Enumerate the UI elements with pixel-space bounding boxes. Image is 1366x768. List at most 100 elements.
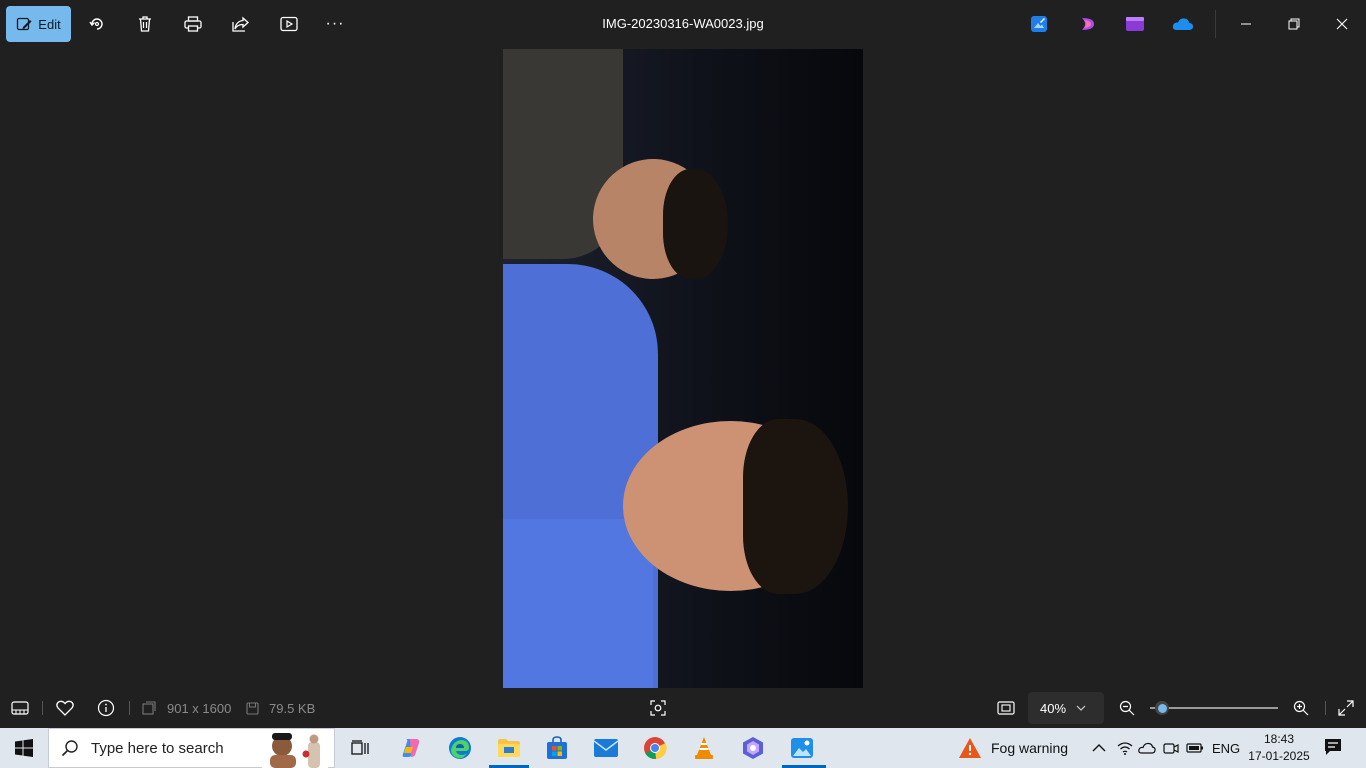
zoom-slider-thumb[interactable] bbox=[1155, 701, 1169, 715]
status-divider bbox=[42, 701, 43, 715]
copilot-button[interactable] bbox=[391, 732, 431, 764]
onedrive-cloud-icon bbox=[1172, 18, 1193, 30]
favorite-button[interactable] bbox=[53, 696, 77, 720]
video-editor-app-button[interactable] bbox=[1123, 12, 1147, 36]
windows-taskbar: Type here to search Fog warning ENG 18:4… bbox=[0, 728, 1366, 768]
heart-icon bbox=[56, 700, 74, 716]
photo-editor-app-button[interactable] bbox=[1027, 12, 1051, 36]
chevron-up-icon bbox=[1092, 744, 1106, 752]
edit-image-icon bbox=[17, 17, 32, 31]
wifi-icon bbox=[1117, 742, 1133, 755]
status-divider bbox=[1325, 701, 1326, 715]
microsoft-store-button[interactable] bbox=[537, 732, 577, 764]
chevron-down-icon bbox=[1076, 705, 1086, 711]
fit-to-window-button[interactable] bbox=[994, 696, 1018, 720]
photo-hair-main bbox=[743, 419, 848, 594]
file-name-title: IMG-20230316-WA0023.jpg bbox=[602, 16, 764, 31]
search-highlight-icon bbox=[262, 730, 328, 768]
zoom-level-dropdown[interactable]: 40% bbox=[1028, 692, 1104, 724]
notification-icon bbox=[1325, 739, 1341, 755]
zoom-out-button[interactable] bbox=[1115, 696, 1139, 720]
video-editor-icon bbox=[1126, 17, 1144, 31]
zoom-out-icon bbox=[1119, 700, 1135, 716]
start-button[interactable] bbox=[0, 728, 48, 768]
battery-button[interactable] bbox=[1186, 740, 1204, 756]
slideshow-button[interactable] bbox=[273, 8, 305, 40]
clipchamp-app-button[interactable] bbox=[1076, 12, 1100, 36]
save-size-icon bbox=[242, 696, 262, 720]
edge-icon bbox=[449, 737, 471, 759]
edge-button[interactable] bbox=[440, 732, 480, 764]
copilot-icon bbox=[402, 739, 420, 757]
minimize-icon bbox=[1241, 23, 1251, 25]
photos-app-window: Edit ··· IMG-20230316-WA0023.jpg 901 x 1… bbox=[0, 0, 1366, 728]
share-icon bbox=[232, 16, 249, 32]
edit-button[interactable]: Edit bbox=[6, 6, 71, 42]
dimensions-icon bbox=[139, 696, 159, 720]
close-button[interactable] bbox=[1326, 8, 1358, 40]
windows-logo-icon bbox=[15, 739, 33, 757]
search-placeholder: Type here to search bbox=[91, 739, 224, 757]
share-button[interactable] bbox=[225, 8, 257, 40]
photos-icon bbox=[791, 738, 813, 758]
file-explorer-button[interactable] bbox=[489, 732, 529, 764]
mail-button[interactable] bbox=[586, 732, 626, 764]
full-screen-button[interactable] bbox=[1334, 696, 1358, 720]
task-view-button[interactable] bbox=[340, 732, 380, 764]
zoom-in-button[interactable] bbox=[1289, 696, 1313, 720]
print-icon bbox=[184, 16, 202, 32]
slideshow-icon bbox=[280, 16, 298, 32]
rotate-button[interactable] bbox=[81, 8, 113, 40]
copilot-app-button[interactable] bbox=[733, 732, 773, 764]
onedrive-tray-button[interactable] bbox=[1138, 740, 1156, 756]
visual-search-button[interactable] bbox=[646, 696, 670, 720]
delete-button[interactable] bbox=[129, 8, 161, 40]
file-info-button[interactable] bbox=[94, 696, 118, 720]
show-hidden-icons-button[interactable] bbox=[1090, 740, 1108, 756]
filmstrip-icon bbox=[11, 701, 29, 715]
photo-editor-icon bbox=[1031, 16, 1047, 32]
weather-warning-text[interactable]: Fog warning bbox=[991, 740, 1068, 756]
vlc-button[interactable] bbox=[684, 732, 724, 764]
warning-triangle-icon bbox=[959, 738, 981, 758]
network-button[interactable] bbox=[1116, 740, 1134, 756]
filmstrip-button[interactable] bbox=[8, 696, 32, 720]
status-divider bbox=[129, 701, 130, 715]
print-button[interactable] bbox=[177, 8, 209, 40]
taskbar-search-box[interactable]: Type here to search bbox=[48, 728, 335, 768]
clock-date[interactable]: 17-01-2025 bbox=[1248, 749, 1310, 763]
info-icon bbox=[97, 699, 115, 717]
fit-window-icon bbox=[997, 701, 1015, 715]
full-screen-icon bbox=[1338, 700, 1354, 716]
search-icon bbox=[61, 740, 78, 757]
photo-canvas[interactable] bbox=[503, 49, 863, 688]
photos-button[interactable] bbox=[782, 732, 822, 764]
input-language[interactable]: ENG bbox=[1212, 741, 1240, 756]
bottom-status-bar: 901 x 1600 79.5 KB 40% bbox=[0, 688, 1366, 728]
hexagon-app-icon bbox=[743, 737, 763, 759]
top-toolbar: Edit ··· IMG-20230316-WA0023.jpg bbox=[0, 0, 1366, 48]
minimize-button[interactable] bbox=[1230, 8, 1262, 40]
zoom-slider-track[interactable] bbox=[1150, 707, 1278, 709]
visual-search-icon bbox=[650, 700, 666, 716]
weather-warning-button[interactable] bbox=[958, 737, 982, 759]
image-dimensions: 901 x 1600 bbox=[167, 701, 232, 716]
more-button[interactable]: ··· bbox=[319, 8, 351, 40]
chrome-button[interactable] bbox=[635, 732, 675, 764]
edit-label: Edit bbox=[38, 16, 61, 32]
onedrive-button[interactable] bbox=[1171, 12, 1195, 36]
store-icon bbox=[547, 736, 567, 759]
clipchamp-icon bbox=[1082, 18, 1094, 30]
vlc-cone-icon bbox=[695, 737, 713, 759]
notifications-button[interactable] bbox=[1324, 739, 1342, 755]
task-view-icon bbox=[351, 740, 369, 755]
folder-icon bbox=[498, 739, 520, 757]
zoom-level-value: 40% bbox=[1040, 700, 1067, 716]
maximize-button[interactable] bbox=[1278, 8, 1310, 40]
meet-now-button[interactable] bbox=[1162, 740, 1180, 756]
cloud-icon bbox=[1138, 742, 1156, 754]
close-icon bbox=[1336, 18, 1348, 30]
restore-icon bbox=[1288, 18, 1300, 30]
mail-icon bbox=[593, 739, 619, 757]
clock-time[interactable]: 18:43 bbox=[1250, 732, 1308, 746]
